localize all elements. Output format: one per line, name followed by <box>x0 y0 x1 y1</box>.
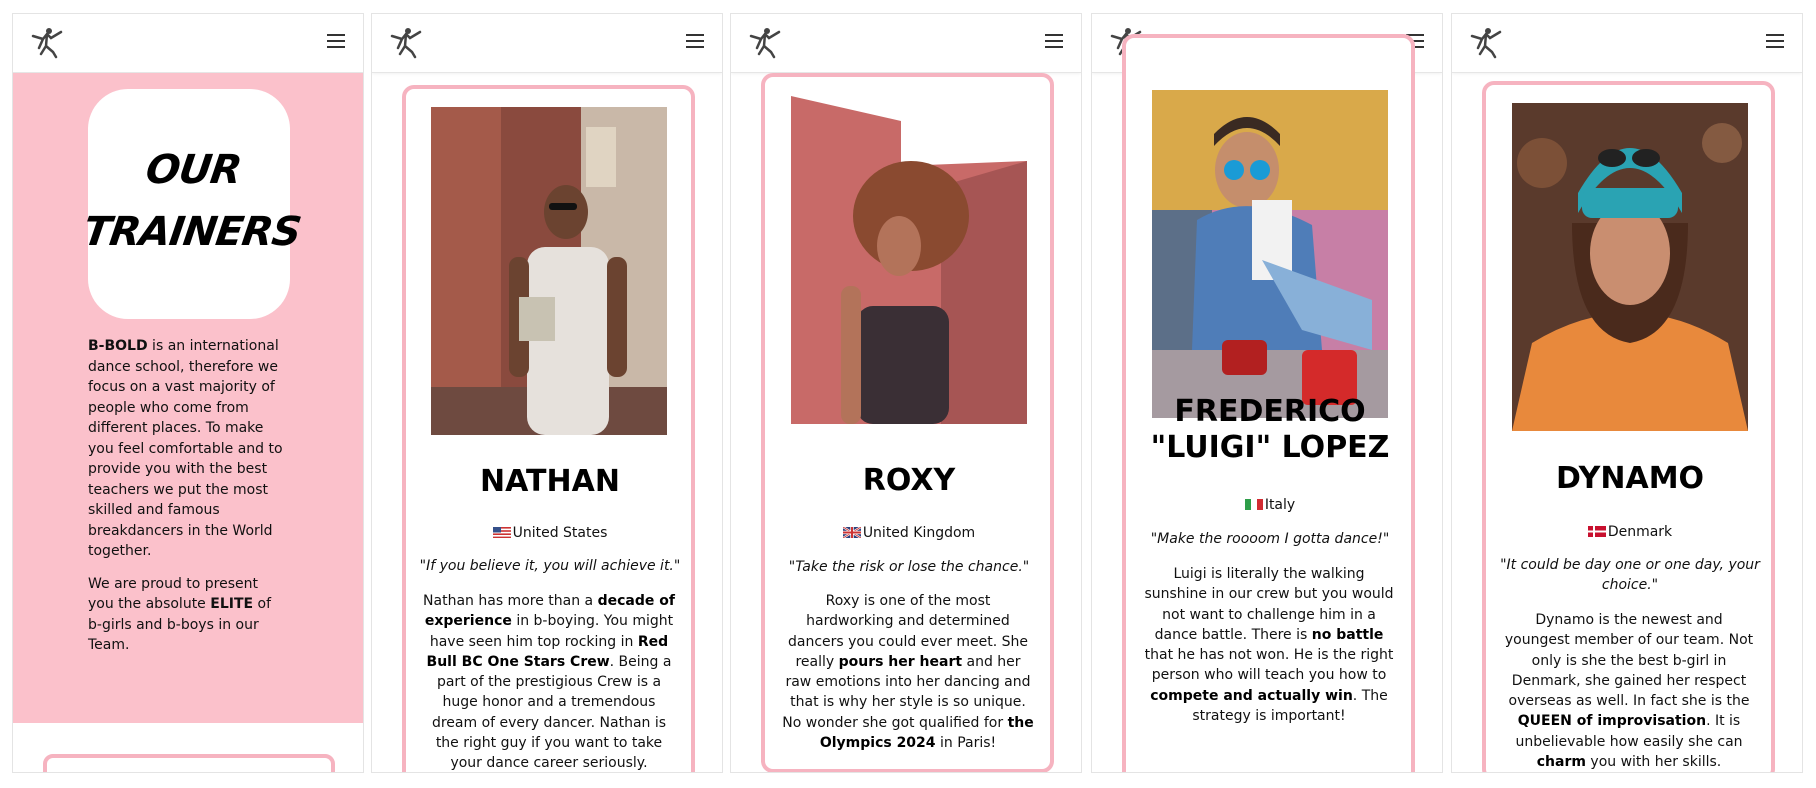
bio-text: . Being a part of the prestigious Crew i… <box>431 653 672 772</box>
bio-text: that he has not won. He is the right per… <box>1144 647 1394 684</box>
trainer-country: Italy <box>1130 497 1410 513</box>
intro-p2-elite: ELITE <box>210 596 254 612</box>
breakdancer-logo-icon[interactable] <box>1468 24 1504 60</box>
trainer-country: Denmark <box>1490 524 1770 540</box>
bio-text: Dynamo is the newest and youngest member… <box>1504 612 1754 710</box>
hamburger-menu-icon[interactable] <box>686 34 704 50</box>
trainer-name: FREDERICO "LUIGI" LOPEZ <box>1130 394 1410 466</box>
trainer-photo <box>431 107 667 435</box>
trainer-country: United States <box>410 525 690 541</box>
trainer-photo <box>1152 90 1388 418</box>
trainer-photo <box>791 96 1027 424</box>
bio-highlight: QUEEN of improvisation <box>1517 713 1707 730</box>
trainer-card-dynamo: DYNAMO Denmark "It could be day one or o… <box>1482 81 1775 772</box>
brand-name: B-BOLD <box>88 338 148 354</box>
trainer-card-roxy: ROXY United Kingdom "Take the risk or lo… <box>761 73 1054 772</box>
intro-paragraph-2: We are proud to present you the absolute… <box>88 574 288 656</box>
trainer-name: DYNAMO <box>1555 461 1705 496</box>
bio-text: Nathan has more than a <box>423 593 598 609</box>
site-header <box>13 14 363 73</box>
title-line-1: OUR <box>142 147 244 193</box>
trainer-photo <box>1512 103 1748 431</box>
trainer-quote: "Make the roooom I gotta dance!" <box>1150 531 1390 547</box>
trainer-quote: "It could be day one or one day, your ch… <box>1500 557 1760 593</box>
trainer-card-nathan: NATHAN United States "If you believe it,… <box>402 85 695 772</box>
usa-flag-icon <box>492 527 511 538</box>
trainer-name: NATHAN <box>480 464 620 499</box>
panel-intro: OUR TRAINERS B-BOLD is an international … <box>12 13 364 773</box>
trainer-bio: Dynamo is the newest and youngest member… <box>1502 610 1756 772</box>
panel-roxy: ROXY United Kingdom "Take the risk or lo… <box>730 13 1082 773</box>
trainer-name-line-1: FREDERICO <box>1174 394 1366 429</box>
trainer-quote: "Take the risk or lose the chance." <box>788 559 1030 575</box>
panel-dynamo: DYNAMO Denmark "It could be day one or o… <box>1451 13 1803 773</box>
panel-luigi: FREDERICO "LUIGI" LOPEZ Italy "Make the … <box>1091 13 1443 773</box>
breakdancer-logo-icon[interactable] <box>747 24 783 60</box>
uk-flag-icon <box>842 527 861 538</box>
bio-highlight: charm <box>1536 754 1586 771</box>
hamburger-menu-icon[interactable] <box>1766 34 1784 50</box>
trainer-name: ROXY <box>862 463 956 498</box>
trainer-card-luigi: FREDERICO "LUIGI" LOPEZ Italy "Make the … <box>1122 34 1415 772</box>
intro-p1-text: is an international dance school, theref… <box>88 338 283 559</box>
bio-text: you with her skills. <box>1585 754 1722 771</box>
hamburger-menu-icon[interactable] <box>327 34 345 50</box>
country-name: Denmark <box>1607 524 1673 540</box>
trainer-name-line-2: "LUIGI" LOPEZ <box>1150 430 1390 465</box>
bio-highlight: compete and actually win <box>1150 687 1353 704</box>
breakdancer-logo-icon[interactable] <box>29 24 65 60</box>
intro-section: OUR TRAINERS B-BOLD is an international … <box>13 73 363 723</box>
country-name: United Kingdom <box>862 525 976 541</box>
trainer-quote: "If you believe it, you will achieve it.… <box>419 558 681 574</box>
breakdancer-logo-icon[interactable] <box>388 24 424 60</box>
site-header <box>731 14 1081 73</box>
hamburger-menu-icon[interactable] <box>1045 34 1063 50</box>
page-title: OUR TRAINERS <box>79 139 304 263</box>
title-line-2: TRAINERS <box>80 209 304 255</box>
bio-text: in Paris! <box>935 735 997 752</box>
denmark-flag-icon <box>1587 526 1606 537</box>
bio-highlight: no battle <box>1311 626 1384 643</box>
trainer-bio: Luigi is literally the walking sunshine … <box>1142 564 1396 726</box>
country-name: United States <box>512 525 608 541</box>
trainer-bio: Roxy is one of the most hardworking and … <box>781 591 1035 753</box>
title-box: OUR TRAINERS <box>80 89 303 319</box>
intro-paragraph-1: B-BOLD is an international dance school,… <box>88 336 288 562</box>
trainer-bio: Nathan has more than a decade of experie… <box>422 591 676 772</box>
panel-nathan: NATHAN United States "If you believe it,… <box>371 13 723 773</box>
site-header <box>372 14 722 73</box>
trainer-country: United Kingdom <box>769 525 1049 541</box>
intro-text: B-BOLD is an international dance school,… <box>88 336 288 668</box>
italy-flag-icon <box>1244 499 1263 510</box>
bio-highlight: pours her heart <box>838 653 963 670</box>
site-header <box>1452 14 1802 73</box>
next-card-edge <box>43 754 335 772</box>
country-name: Italy <box>1264 497 1296 513</box>
